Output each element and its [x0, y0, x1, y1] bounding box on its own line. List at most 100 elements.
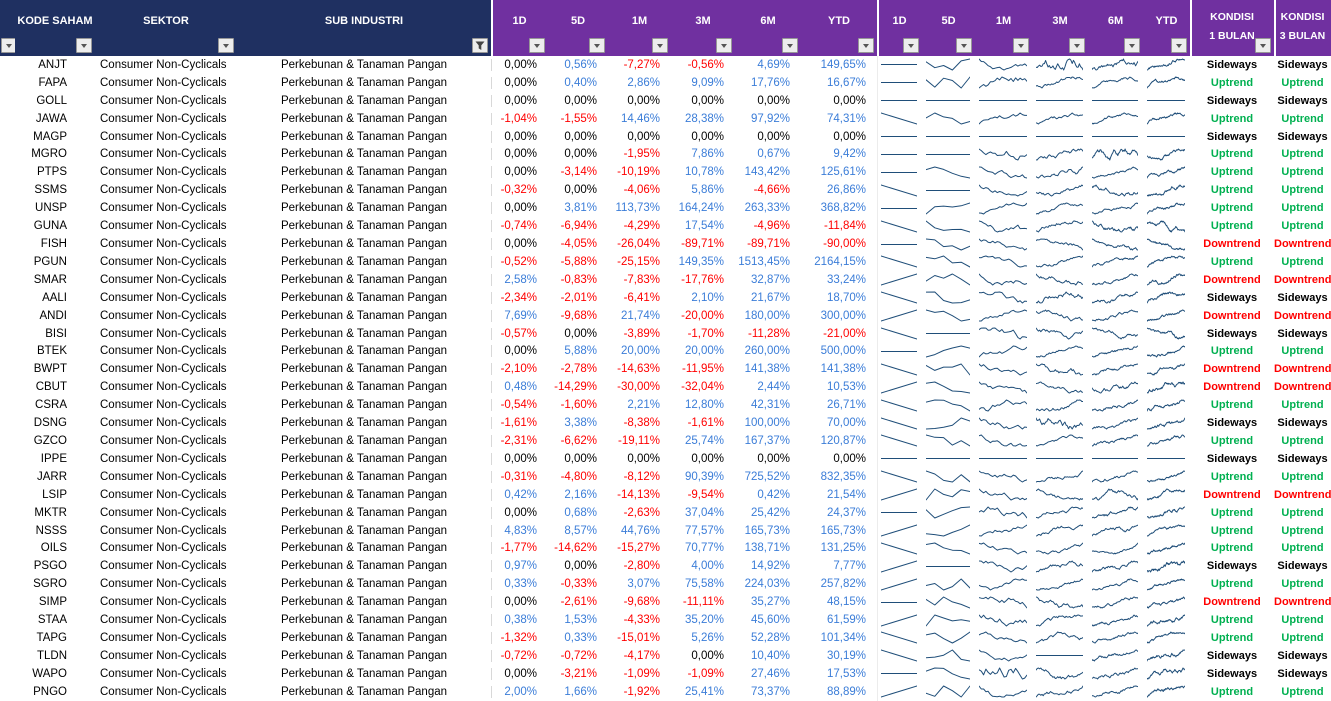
- sparkline-cell[interactable]: [877, 325, 922, 343]
- sparkline-cell[interactable]: [877, 539, 922, 557]
- pct-cell[interactable]: 0,00%: [548, 453, 608, 465]
- stock-code[interactable]: MAGP: [15, 131, 95, 143]
- pct-cell[interactable]: -1,60%: [548, 399, 608, 411]
- sparkline-cell[interactable]: [975, 647, 1032, 665]
- kondisi-cell[interactable]: Sideways: [1190, 417, 1274, 429]
- sparkline-cell[interactable]: [975, 593, 1032, 611]
- pct-cell[interactable]: 26,71%: [801, 399, 877, 411]
- kondisi-cell[interactable]: Uptrend: [1190, 220, 1274, 232]
- sparkline-cell[interactable]: [1088, 504, 1143, 522]
- sparkline-cell[interactable]: [1143, 128, 1190, 146]
- sparkline-cell[interactable]: [975, 629, 1032, 647]
- kondisi-cell[interactable]: Sideways: [1274, 292, 1331, 304]
- kondisi-cell[interactable]: Uptrend: [1190, 399, 1274, 411]
- pct-cell[interactable]: 35,27%: [735, 596, 801, 608]
- pct-cell[interactable]: 27,46%: [735, 668, 801, 680]
- kondisi-cell[interactable]: Downtrend: [1274, 274, 1331, 286]
- kondisi-cell[interactable]: Uptrend: [1190, 202, 1274, 214]
- sector-cell[interactable]: Consumer Non-Cyclicals: [95, 632, 237, 644]
- sub-industry-cell[interactable]: Perkebunan & Tanaman Pangan: [237, 113, 491, 125]
- sparkline-cell[interactable]: [1088, 432, 1143, 450]
- sparkline-cell[interactable]: [877, 504, 922, 522]
- sparkline-cell[interactable]: [1143, 360, 1190, 378]
- sparkline-cell[interactable]: [1088, 271, 1143, 289]
- kondisi-cell[interactable]: Uptrend: [1190, 435, 1274, 447]
- sparkline-cell[interactable]: [1088, 683, 1143, 701]
- pct-cell[interactable]: -0,72%: [491, 650, 548, 662]
- kondisi-cell[interactable]: Uptrend: [1274, 184, 1331, 196]
- stock-code[interactable]: JAWA: [15, 113, 95, 125]
- stock-code[interactable]: IPPE: [15, 453, 95, 465]
- kondisi-cell[interactable]: Downtrend: [1274, 238, 1331, 250]
- pct-cell[interactable]: -0,57%: [491, 328, 548, 340]
- pct-cell[interactable]: 77,57%: [671, 525, 735, 537]
- stock-code[interactable]: PGUN: [15, 256, 95, 268]
- stock-code[interactable]: GZCO: [15, 435, 95, 447]
- sparkline-cell[interactable]: [1088, 468, 1143, 486]
- pct-cell[interactable]: 0,00%: [491, 77, 548, 89]
- pct-cell[interactable]: 61,59%: [801, 614, 877, 626]
- pct-cell[interactable]: 33,24%: [801, 274, 877, 286]
- filter-button-spark-1d[interactable]: [903, 38, 919, 53]
- sparkline-cell[interactable]: [975, 128, 1032, 146]
- stock-code[interactable]: OILS: [15, 542, 95, 554]
- sparkline-cell[interactable]: [1088, 128, 1143, 146]
- pct-cell[interactable]: 0,00%: [548, 148, 608, 160]
- sparkline-cell[interactable]: [877, 611, 922, 629]
- sparkline-cell[interactable]: [922, 450, 975, 468]
- sparkline-cell[interactable]: [922, 217, 975, 235]
- sparkline-cell[interactable]: [1032, 128, 1088, 146]
- sparkline-cell[interactable]: [975, 56, 1032, 74]
- sector-cell[interactable]: Consumer Non-Cyclicals: [95, 363, 237, 375]
- stock-code[interactable]: BTEK: [15, 345, 95, 357]
- pct-cell[interactable]: -1,70%: [671, 328, 735, 340]
- pct-cell[interactable]: 0,00%: [491, 668, 548, 680]
- pct-cell[interactable]: -11,28%: [735, 328, 801, 340]
- sparkline-cell[interactable]: [1088, 343, 1143, 361]
- pct-cell[interactable]: 9,42%: [801, 148, 877, 160]
- sparkline-cell[interactable]: [922, 629, 975, 647]
- pct-cell[interactable]: 4,69%: [735, 59, 801, 71]
- sparkline-cell[interactable]: [975, 450, 1032, 468]
- pct-cell[interactable]: 0,00%: [548, 184, 608, 196]
- pct-cell[interactable]: 141,38%: [735, 363, 801, 375]
- sparkline-cell[interactable]: [877, 575, 922, 593]
- sparkline-cell[interactable]: [877, 110, 922, 128]
- pct-cell[interactable]: 3,38%: [548, 417, 608, 429]
- sector-cell[interactable]: Consumer Non-Cyclicals: [95, 435, 237, 447]
- sub-industry-cell[interactable]: Perkebunan & Tanaman Pangan: [237, 399, 491, 411]
- stock-code[interactable]: DSNG: [15, 417, 95, 429]
- sector-cell[interactable]: Consumer Non-Cyclicals: [95, 417, 237, 429]
- kondisi-cell[interactable]: Sideways: [1274, 668, 1331, 680]
- sparkline-cell[interactable]: [975, 539, 1032, 557]
- sparkline-cell[interactable]: [1088, 235, 1143, 253]
- sparkline-cell[interactable]: [877, 92, 922, 110]
- sparkline-cell[interactable]: [1088, 557, 1143, 575]
- pct-cell[interactable]: -15,27%: [608, 542, 671, 554]
- sub-industry-cell[interactable]: Perkebunan & Tanaman Pangan: [237, 686, 491, 698]
- pct-cell[interactable]: 8,57%: [548, 525, 608, 537]
- filter-button-pct-1d[interactable]: [529, 38, 545, 53]
- pct-cell[interactable]: 0,00%: [671, 95, 735, 107]
- kondisi-cell[interactable]: Uptrend: [1274, 77, 1331, 89]
- sparkline-cell[interactable]: [1143, 486, 1190, 504]
- pct-cell[interactable]: 0,00%: [548, 95, 608, 107]
- pct-cell[interactable]: 5,26%: [671, 632, 735, 644]
- sector-cell[interactable]: Consumer Non-Cyclicals: [95, 202, 237, 214]
- sector-cell[interactable]: Consumer Non-Cyclicals: [95, 131, 237, 143]
- pct-cell[interactable]: -30,00%: [608, 381, 671, 393]
- sub-industry-cell[interactable]: Perkebunan & Tanaman Pangan: [237, 632, 491, 644]
- pct-cell[interactable]: 73,37%: [735, 686, 801, 698]
- sparkline-cell[interactable]: [922, 110, 975, 128]
- sparkline-cell[interactable]: [1032, 414, 1088, 432]
- stock-code[interactable]: FISH: [15, 238, 95, 250]
- sparkline-cell[interactable]: [1088, 181, 1143, 199]
- sparkline-cell[interactable]: [1088, 325, 1143, 343]
- sparkline-cell[interactable]: [1032, 289, 1088, 307]
- pct-cell[interactable]: 90,39%: [671, 471, 735, 483]
- sparkline-cell[interactable]: [922, 486, 975, 504]
- kondisi-cell[interactable]: Sideways: [1274, 59, 1331, 71]
- sparkline-cell[interactable]: [877, 56, 922, 74]
- sub-industry-cell[interactable]: Perkebunan & Tanaman Pangan: [237, 578, 491, 590]
- sub-industry-cell[interactable]: Perkebunan & Tanaman Pangan: [237, 184, 491, 196]
